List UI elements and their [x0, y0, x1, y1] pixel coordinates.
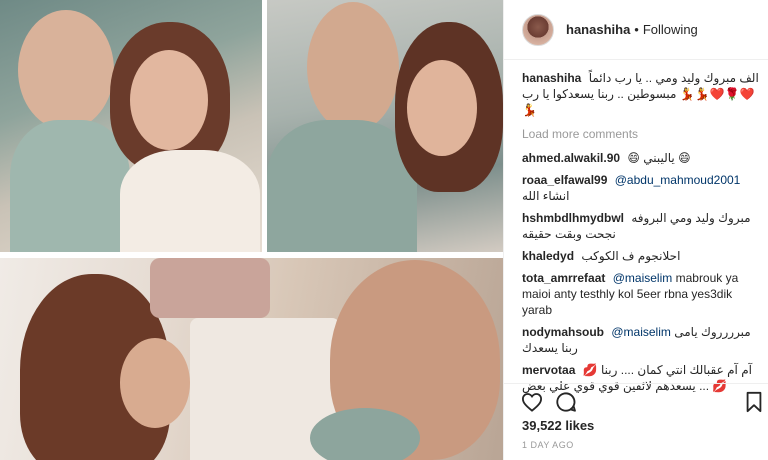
comment-text: احلانجوم ف الكوكب — [581, 249, 681, 263]
load-more-comments-link[interactable]: Load more comments — [522, 126, 762, 142]
heart-outline-icon[interactable] — [520, 390, 544, 414]
post-caption: hanashiha الف مبروك وليد ومي .. يا رب دا… — [522, 70, 762, 118]
photo-couple-bottom — [0, 258, 503, 460]
following-button[interactable]: Following — [643, 22, 698, 37]
comment-username[interactable]: khaledyd — [522, 249, 574, 263]
post-actions-bar — [504, 383, 768, 417]
list-item: ahmed.alwakil.90 😄 ياليبني 😄 — [522, 150, 762, 166]
comment-text: 😄 ياليبني 😄 — [627, 151, 691, 165]
post-timestamp[interactable]: 1 DAY AGO — [522, 440, 574, 450]
avatar[interactable] — [522, 13, 554, 46]
comment-username[interactable]: tota_amrrefaat — [522, 271, 605, 285]
list-item: roaa_elfawal99 @abdu_mahmoud2001 انشاء ا… — [522, 172, 762, 204]
list-item: nodymahsoub @maiselim مبرررروك يامى ربنا… — [522, 324, 762, 356]
post-header: hanashiha • Following — [504, 0, 768, 60]
list-item: hshmbdlhmydbwl مبروك وليد ومي البروفه نج… — [522, 210, 762, 242]
bookmark-icon[interactable] — [742, 390, 766, 414]
comment-mention[interactable]: @maiselim — [613, 271, 673, 285]
comment-username[interactable]: hshmbdlhmydbwl — [522, 211, 624, 225]
post-side-panel: hanashiha • Following hanashiha الف مبرو… — [503, 0, 768, 460]
comment-username[interactable]: ahmed.alwakil.90 — [522, 151, 620, 165]
comment-bubble-icon[interactable] — [554, 390, 578, 414]
list-item: tota_amrrefaat @maiselim mabrouk ya maio… — [522, 270, 762, 318]
comments-list: hanashiha الف مبروك وليد ومي .. يا رب دا… — [522, 70, 762, 400]
comment-mention[interactable]: @abdu_mahmoud2001 — [615, 173, 741, 187]
comment-mention[interactable]: @maiselim — [611, 325, 671, 339]
caption-username[interactable]: hanashiha — [522, 71, 581, 85]
comment-text: انشاء الله — [522, 189, 570, 203]
header-separator: • — [634, 22, 639, 37]
comment-username[interactable]: roaa_elfawal99 — [522, 173, 607, 187]
likes-count[interactable]: 39,522 likes — [522, 418, 594, 433]
photo-couple-right — [267, 0, 503, 252]
photo-couple-left — [0, 0, 262, 252]
post-author-username[interactable]: hanashiha — [566, 22, 630, 37]
comment-username[interactable]: nodymahsoub — [522, 325, 604, 339]
post-photo-collage[interactable] — [0, 0, 503, 460]
list-item: khaledyd احلانجوم ف الكوكب — [522, 248, 762, 264]
comment-username[interactable]: mervotaa — [522, 363, 575, 377]
